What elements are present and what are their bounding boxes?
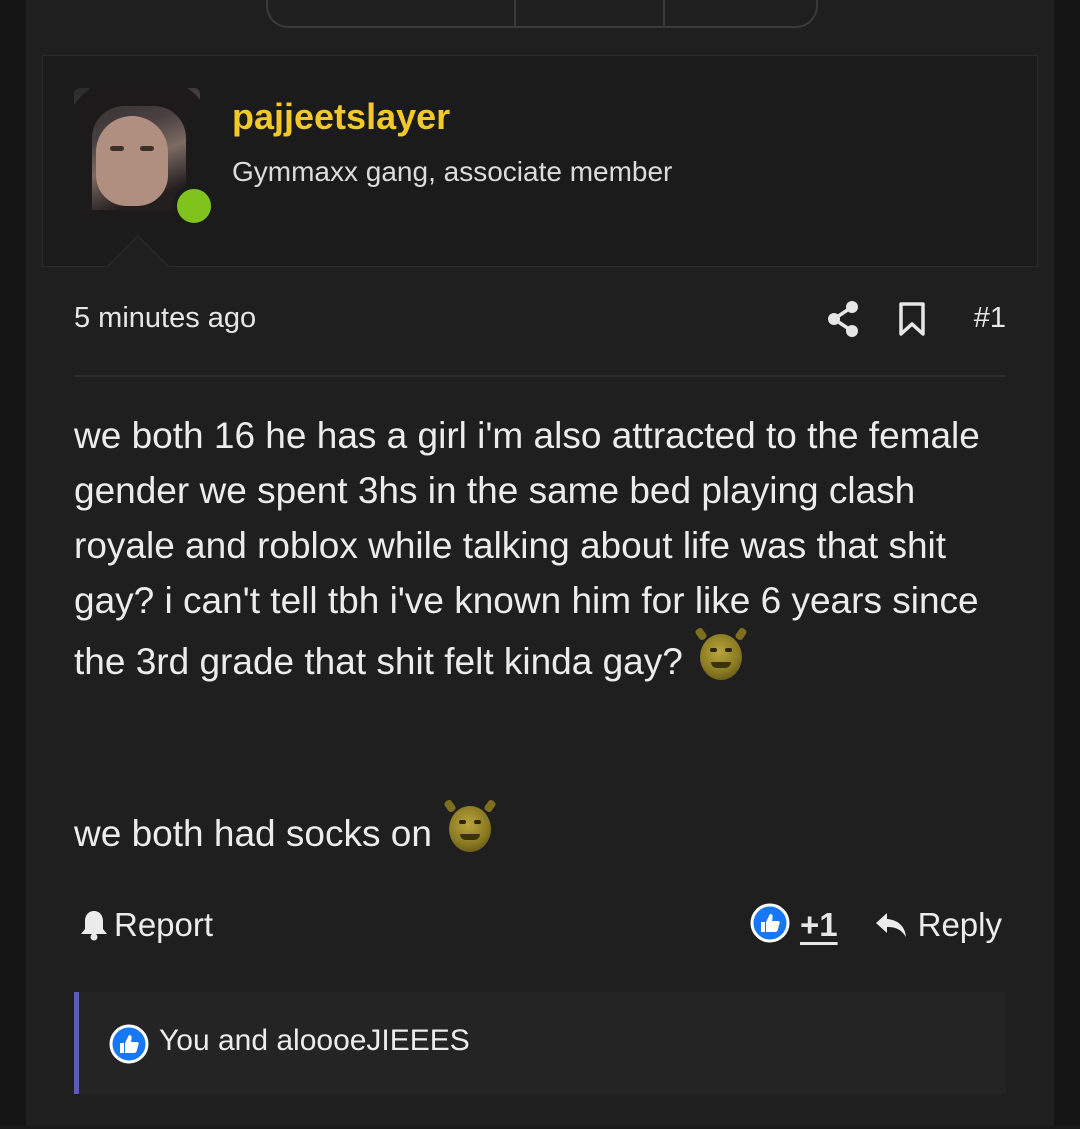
reply-arrow-icon — [875, 913, 906, 937]
reactions-summary[interactable]: You and aloooeJIEEES — [159, 1024, 470, 1058]
user-title: Gymmaxx gang, associate member — [232, 156, 673, 187]
tab-segment[interactable] — [665, 0, 816, 26]
share-icon[interactable] — [826, 300, 860, 338]
reply-button[interactable]: Reply — [874, 906, 1002, 944]
reply-label: Reply — [917, 906, 1002, 943]
author-block: pajjeetslayer Gymmaxx gang, associate me… — [42, 55, 1038, 267]
meta-divider — [74, 375, 1006, 377]
username[interactable]: pajjeetslayer — [232, 96, 450, 138]
thumbs-up-icon[interactable] — [750, 903, 790, 943]
report-button[interactable]: Report — [80, 906, 213, 944]
post-meta: 5 minutes ago #1 — [74, 300, 1006, 340]
bell-icon — [81, 911, 107, 941]
shrek-emoji-icon — [694, 626, 748, 680]
tab-segment[interactable] — [516, 0, 666, 26]
thumbs-up-icon — [109, 1024, 149, 1064]
author-pointer — [108, 237, 168, 267]
reactions-bar: You and aloooeJIEEES — [74, 992, 1006, 1094]
like-count[interactable]: +1 — [800, 906, 838, 944]
bookmark-icon[interactable] — [899, 302, 925, 336]
post-body-text: we both 16 he has a girl i'm also attrac… — [74, 415, 980, 682]
tab-segment[interactable] — [268, 0, 517, 26]
post-body-line-2: we both had socks on — [74, 798, 497, 855]
report-label: Report — [114, 906, 214, 943]
post-container: pajjeetslayer Gymmaxx gang, associate me… — [26, 0, 1054, 1129]
online-status-indicator — [172, 184, 216, 228]
post-body-text-2: we both had socks on — [74, 813, 432, 854]
top-tab-bar — [266, 0, 818, 28]
post-body: we both 16 he has a girl i'm also attrac… — [74, 408, 1014, 689]
shrek-emoji-icon — [443, 798, 497, 852]
post-actions: Report +1 Reply — [74, 900, 1006, 952]
post-timestamp[interactable]: 5 minutes ago — [74, 302, 256, 335]
post-number[interactable]: #1 — [974, 302, 1006, 335]
